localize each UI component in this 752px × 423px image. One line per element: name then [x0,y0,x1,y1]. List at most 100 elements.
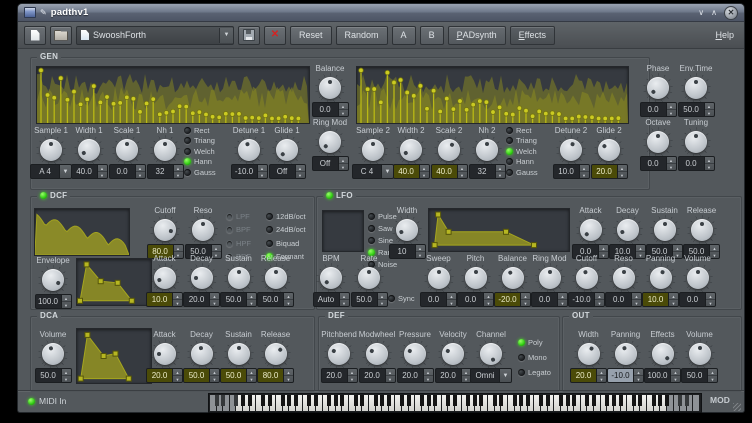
gen-detune2-knob[interactable] [560,139,582,161]
piano-black-key[interactable] [281,395,285,406]
tab-padsynth[interactable]: PADsynth [448,26,506,45]
spin-down-icon[interactable]: ▼ [496,172,505,178]
piano-black-key[interactable] [360,395,364,406]
spin-down-icon[interactable]: ▼ [667,110,676,116]
new-preset-button[interactable] [24,26,46,45]
gen-scale2-spin-buttons[interactable]: ▲▼ [457,165,467,178]
def-modwheel-value[interactable]: 20.0▲▼ [359,368,396,383]
dcf-decay-spin-buttons[interactable]: ▲▼ [209,293,219,306]
spin-down-icon[interactable]: ▼ [424,376,433,382]
piano-black-key[interactable] [433,395,437,406]
dcf-decay-knob[interactable] [191,267,213,289]
dca-volume-knob[interactable] [42,343,64,365]
lfo-rate-value[interactable]: 50.0▲▼ [351,292,388,307]
out-width-knob[interactable] [578,343,600,365]
piano-black-key[interactable] [453,395,457,406]
maximize-button[interactable]: ∧ [711,8,717,17]
out-volume-knob[interactable] [689,343,711,365]
spin-down-icon[interactable]: ▼ [708,376,717,382]
gen-width1-knob[interactable] [78,139,100,161]
lfo-decay-knob[interactable] [617,219,639,241]
lfo-bpm-knob[interactable] [320,267,342,289]
lfo-balance-knob[interactable] [502,267,524,289]
spin-down-icon[interactable]: ▼ [669,300,678,306]
dcf-release-value[interactable]: 50.0▲▼ [257,292,294,307]
spin-down-icon[interactable]: ▼ [173,300,182,306]
piano-black-key[interactable] [605,395,609,406]
dcf-decay-value[interactable]: 20.0▲▼ [183,292,220,307]
def-mode-poly[interactable]: Poly [518,338,551,346]
gen-octave-spin-buttons[interactable]: ▲▼ [666,157,676,170]
lfo-cutoff-spin-buttons[interactable]: ▲▼ [594,293,604,306]
def-velocity-spin-buttons[interactable]: ▲▼ [461,369,471,382]
dcf-filter-display[interactable] [34,208,130,256]
spin-up-icon[interactable]: ▲ [258,165,267,172]
spin-down-icon[interactable]: ▼ [706,300,715,306]
spin-up-icon[interactable]: ▲ [671,369,680,376]
gen-waveshape1-rect[interactable]: Rect [184,126,230,134]
spin-up-icon[interactable]: ▲ [340,293,349,300]
gen-ring-mod-value[interactable]: Off▲▼ [312,156,349,171]
spin-up-icon[interactable]: ▲ [247,293,256,300]
gen-glide2-value[interactable]: 20.0▲▼ [591,164,628,179]
gen-waveshape2-rect[interactable]: Rect [506,126,552,134]
spin-up-icon[interactable]: ▲ [416,245,425,252]
piano-black-key[interactable] [354,395,358,406]
gen-balance-knob[interactable] [319,77,341,99]
gen-octave-value[interactable]: 0.0▲▼ [640,156,677,171]
spin-up-icon[interactable]: ▲ [667,103,676,110]
out-width-value[interactable]: 20.0▲▼ [570,368,607,383]
dca-attack-spin-buttons[interactable]: ▲▼ [172,369,182,382]
spin-up-icon[interactable]: ▲ [98,165,107,172]
out-volume-spin-buttons[interactable]: ▲▼ [707,369,717,382]
gen-balance-value[interactable]: 0.0▲▼ [312,102,349,117]
gen-phase-knob[interactable] [647,77,669,99]
piano-black-key[interactable] [539,395,543,406]
lfo-width-knob[interactable] [396,219,418,241]
dcf-sustain-value[interactable]: 50.0▲▼ [220,292,257,307]
spin-up-icon[interactable]: ▲ [706,293,715,300]
piano-black-key[interactable] [307,395,311,406]
gen-width2-knob[interactable] [400,139,422,161]
spin-up-icon[interactable]: ▲ [284,293,293,300]
spin-down-icon[interactable]: ▼ [386,376,395,382]
spin-up-icon[interactable]: ▲ [62,295,71,302]
gen-detune2-value[interactable]: 10.0▲▼ [553,164,590,179]
lfo-balance-value[interactable]: -20.0▲▼ [494,292,531,307]
dcf-release-spin-buttons[interactable]: ▲▼ [283,293,293,306]
piano-black-key[interactable] [585,395,589,406]
gen-phase-spin-buttons[interactable]: ▲▼ [666,103,676,116]
dcf-reso-knob[interactable] [192,219,214,241]
gen-octave-knob[interactable] [647,131,669,153]
piano-black-key[interactable] [241,395,245,406]
spin-up-icon[interactable]: ▲ [521,293,530,300]
spin-up-icon[interactable]: ▲ [210,369,219,376]
close-button[interactable]: ✕ [724,6,738,20]
def-mode-legato[interactable]: Legato [518,368,551,376]
piano-black-key[interactable] [400,395,404,406]
piano-black-key[interactable] [619,395,623,406]
spin-up-icon[interactable]: ▲ [296,165,305,172]
spin-up-icon[interactable]: ▲ [247,369,256,376]
spin-up-icon[interactable]: ▲ [284,369,293,376]
dca-release-spin-buttons[interactable]: ▲▼ [283,369,293,382]
resize-grip[interactable] [733,403,741,411]
gen-nh1-value[interactable]: 32▲▼ [147,164,184,179]
spin-up-icon[interactable]: ▲ [386,369,395,376]
spin-down-icon[interactable]: ▼ [339,164,348,170]
gen-tuning-spin-buttons[interactable]: ▲▼ [704,157,714,170]
spin-up-icon[interactable]: ▲ [136,165,145,172]
gen-ring-mod-spin-buttons[interactable]: ▲▼ [338,157,348,170]
dcf-release-knob[interactable] [265,267,287,289]
lfo-rate-spin-buttons[interactable]: ▲▼ [377,293,387,306]
lfo-reso-knob[interactable] [613,267,635,289]
spin-down-icon[interactable]: ▼ [247,376,256,382]
gen-nh2-knob[interactable] [476,139,498,161]
save-preset-button[interactable] [238,26,260,45]
spin-up-icon[interactable]: ▲ [710,245,719,252]
open-preset-button[interactable] [50,26,72,45]
piano-black-key[interactable] [513,395,517,406]
piano-black-key[interactable] [327,395,331,406]
gen-detune2-spin-buttons[interactable]: ▲▼ [579,165,589,178]
spin-up-icon[interactable]: ▲ [634,369,643,376]
